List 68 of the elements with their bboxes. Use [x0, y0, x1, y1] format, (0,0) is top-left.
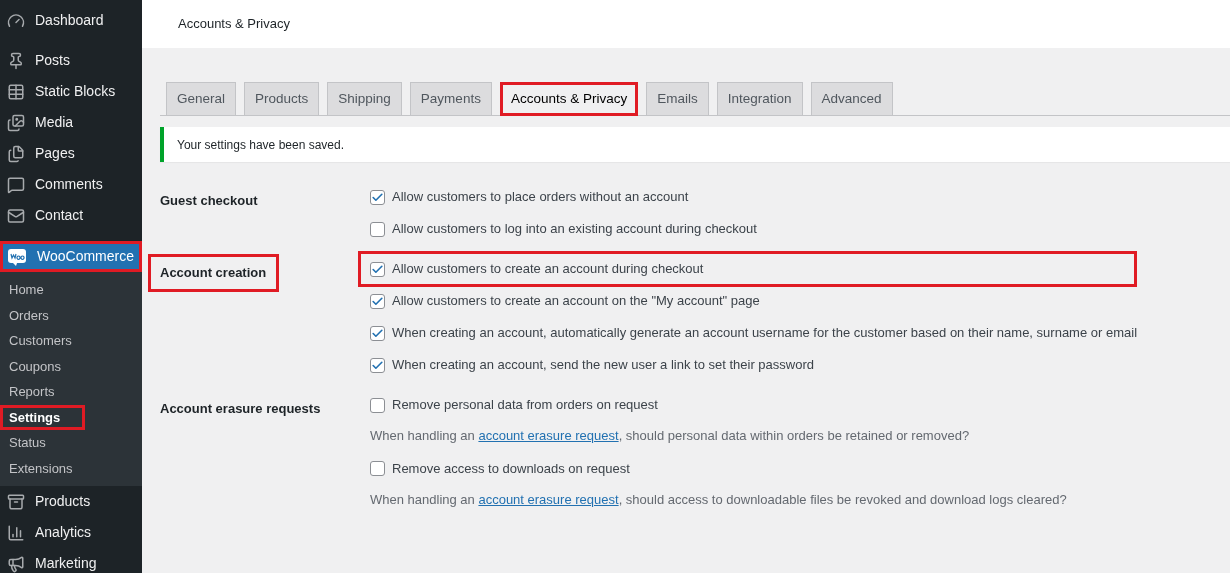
table-icon: [7, 82, 25, 101]
checkbox-option[interactable]: Allow customers to create an account during checkout: [358, 251, 1138, 287]
notice-text: Your settings have been saved.: [177, 136, 344, 154]
tab[interactable]: Shipping: [327, 82, 402, 116]
sidebar-item[interactable]: Static Blocks: [0, 76, 142, 107]
submenu-item[interactable]: Reports: [0, 379, 142, 405]
checkbox[interactable]: [370, 325, 385, 341]
sidebar-item[interactable]: Contact: [0, 200, 142, 231]
erasure-request-link[interactable]: account erasure request: [478, 491, 619, 507]
tab[interactable]: General: [166, 82, 237, 116]
check-icon: [371, 326, 384, 340]
bar-chart-icon: [7, 523, 25, 542]
checkbox[interactable]: [370, 293, 385, 309]
submenu-item[interactable]: Extensions: [0, 455, 142, 481]
submenu-item[interactable]: Coupons: [0, 353, 142, 379]
submenu-item[interactable]: Customers: [0, 328, 142, 354]
sidebar-item[interactable]: Marketing: [0, 548, 142, 573]
tab[interactable]: Payments: [409, 82, 492, 116]
checkbox-option[interactable]: Remove personal data from orders on request: [370, 396, 1067, 414]
sidebar-item[interactable]: Products: [0, 486, 142, 517]
sidebar-item[interactable]: Comments: [0, 169, 142, 200]
media-icon: [7, 113, 25, 132]
check-icon: [371, 358, 384, 372]
erasure-request-link[interactable]: account erasure request: [478, 428, 619, 443]
checkbox[interactable]: [370, 461, 385, 476]
sidebar-item[interactable]: Media: [0, 107, 142, 138]
megaphone-icon: [7, 554, 25, 573]
sidebar-item[interactable]: WooCommerce: [0, 241, 142, 272]
archive-icon: [7, 492, 25, 511]
sidebar-item[interactable]: Analytics: [0, 517, 142, 548]
submenu-item[interactable]: Home: [0, 277, 142, 303]
section-label: Account creation: [148, 254, 279, 292]
check-icon: [371, 262, 384, 276]
pages-icon: [7, 144, 25, 163]
submenu-item[interactable]: Settings: [0, 404, 85, 430]
envelope-icon: [7, 206, 25, 225]
sidebar-item[interactable]: Posts: [0, 45, 142, 76]
checkbox-option[interactable]: Allow customers to place orders without an account: [370, 188, 757, 206]
help-text: When handling an account erasure request, should access to downloadable files be revoked and download logs cleared?: [370, 490, 1067, 509]
checkbox-option[interactable]: When creating an account, send the new user a link to set their password: [370, 356, 1138, 374]
checkbox-option[interactable]: Allow customers to log into an existing account during checkout: [370, 220, 757, 238]
section-label: Guest checkout: [160, 192, 258, 210]
sidebar-item[interactable]: Pages: [0, 138, 142, 169]
tab[interactable]: Integration: [716, 82, 803, 116]
checkbox[interactable]: [370, 189, 385, 205]
check-icon: [371, 190, 384, 204]
submenu-item[interactable]: Status: [0, 430, 142, 456]
tab[interactable]: Emails: [646, 82, 709, 116]
tab[interactable]: Advanced: [810, 82, 893, 116]
checkbox[interactable]: [370, 357, 385, 373]
tab[interactable]: Accounts & Privacy: [499, 82, 639, 116]
submenu-item[interactable]: Orders: [0, 302, 142, 328]
woo-logo-icon: [7, 246, 27, 267]
gauge-icon: [7, 11, 25, 30]
section-label: Account erasure requests: [160, 400, 321, 418]
check-icon: [371, 294, 384, 308]
checkbox-option[interactable]: Remove access to downloads on request: [370, 459, 1067, 478]
checkbox-option[interactable]: Allow customers to create an account on the "My account" page: [370, 292, 1138, 310]
pin-icon: [7, 51, 25, 70]
help-text: When handling an account erasure request, should personal data within orders be retained or removed?: [370, 427, 971, 445]
checkbox-option[interactable]: When creating an account, automatically generate an account username for the customer based on their name, surname or email: [370, 324, 1138, 342]
checkbox[interactable]: [370, 221, 385, 237]
speech-bubble-icon: [7, 175, 25, 194]
sidebar-item[interactable]: Dashboard: [0, 5, 142, 36]
page-title: Accounts & Privacy: [178, 15, 290, 34]
checkbox[interactable]: [370, 261, 385, 277]
tab[interactable]: Products: [244, 82, 320, 116]
checkbox[interactable]: [370, 397, 385, 413]
